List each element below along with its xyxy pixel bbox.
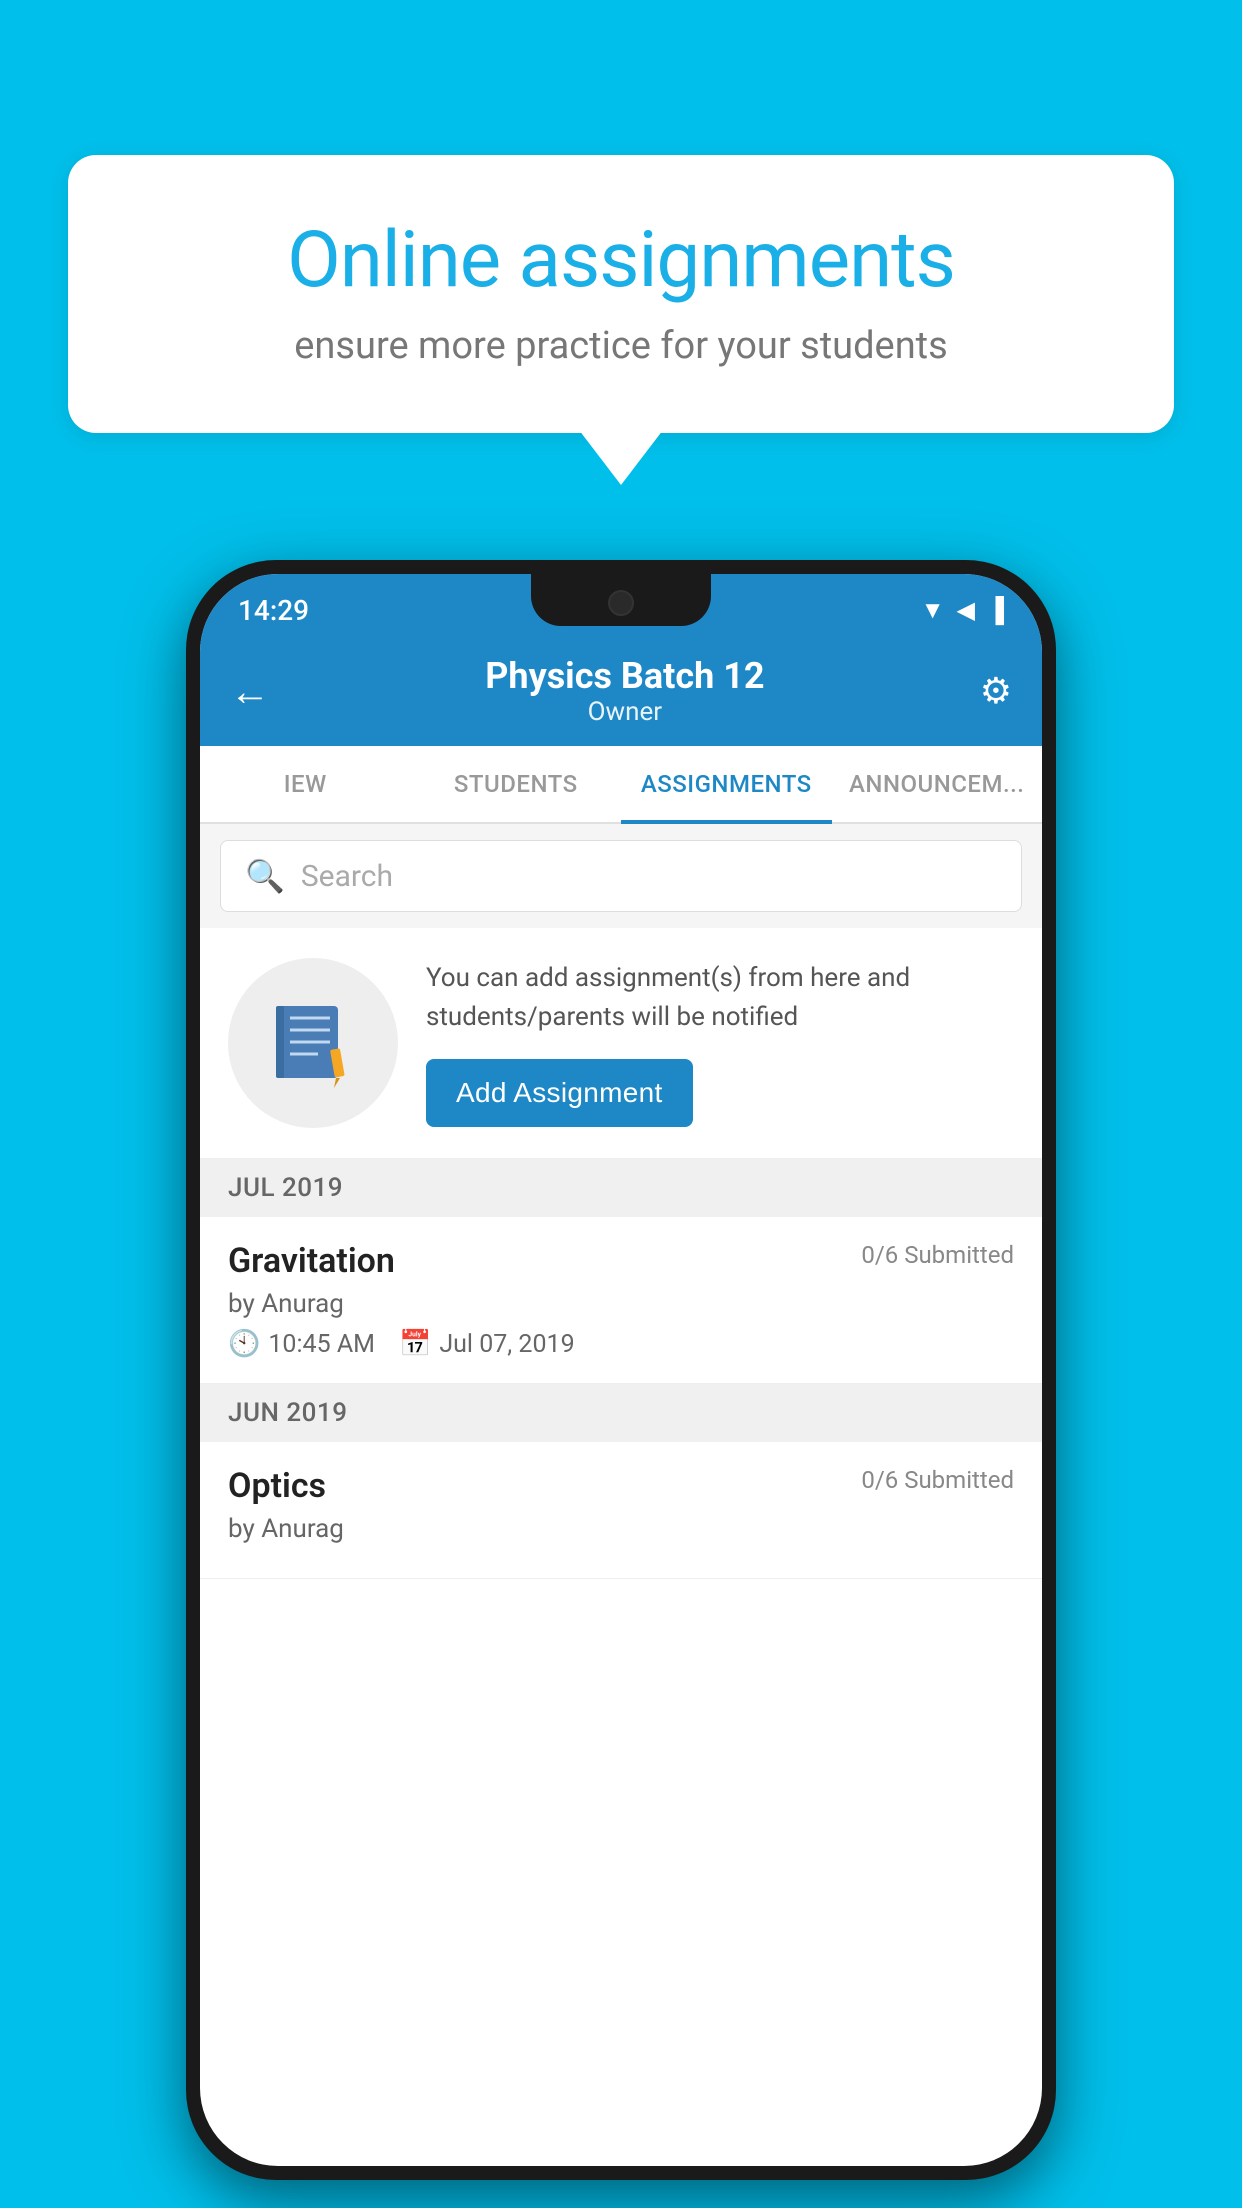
phone-wrapper: 14:29 ▼ ◀ ▐ ← Physics Batch 12 Owner ⚙ (186, 560, 1056, 2180)
meta-time: 🕙 10:45 AM (228, 1329, 375, 1359)
calendar-icon: 📅 (399, 1329, 431, 1359)
assignment-submitted-optics: 0/6 Submitted (861, 1466, 1014, 1494)
meta-date: 📅 Jul 07, 2019 (399, 1329, 575, 1359)
wifi-icon: ▼ (921, 596, 945, 625)
status-icons: ▼ ◀ ▐ (921, 596, 1004, 625)
add-assignment-button[interactable]: Add Assignment (426, 1059, 693, 1127)
promo-section: You can add assignment(s) from here and … (200, 928, 1042, 1159)
battery-icon: ▐ (987, 596, 1004, 625)
assignment-item-optics[interactable]: Optics 0/6 Submitted by Anurag (200, 1442, 1042, 1579)
assignment-by-optics: by Anurag (228, 1514, 1014, 1544)
tab-students[interactable]: STUDENTS (411, 746, 622, 822)
month-header-jul: JUL 2019 (200, 1159, 1042, 1217)
phone-screen: 14:29 ▼ ◀ ▐ ← Physics Batch 12 Owner ⚙ (200, 574, 1042, 2166)
promo-card: Online assignments ensure more practice … (68, 155, 1174, 433)
assignment-row-top: Gravitation 0/6 Submitted (228, 1241, 1014, 1281)
month-header-jun: JUN 2019 (200, 1384, 1042, 1442)
assignment-submitted-gravitation: 0/6 Submitted (861, 1241, 1014, 1269)
tabs-bar: IEW STUDENTS ASSIGNMENTS ANNOUNCEM... (200, 746, 1042, 824)
notebook-icon (268, 998, 358, 1088)
assignment-meta-gravitation: 🕙 10:45 AM 📅 Jul 07, 2019 (228, 1329, 1014, 1359)
tab-iew[interactable]: IEW (200, 746, 411, 822)
back-button[interactable]: ← (230, 668, 270, 715)
bubble-subtitle: ensure more practice for your students (138, 324, 1104, 368)
promo-icon-circle (228, 958, 398, 1128)
header-title: Physics Batch 12 (485, 655, 764, 697)
search-bar[interactable]: 🔍 Search (220, 840, 1022, 912)
settings-button[interactable]: ⚙ (980, 670, 1012, 712)
assignment-date: Jul 07, 2019 (439, 1330, 574, 1359)
assignment-row-top-optics: Optics 0/6 Submitted (228, 1466, 1014, 1506)
promo-content: You can add assignment(s) from here and … (426, 959, 1014, 1127)
header-subtitle: Owner (485, 697, 764, 727)
tab-assignments[interactable]: ASSIGNMENTS (621, 746, 832, 822)
promo-text: You can add assignment(s) from here and … (426, 959, 1014, 1037)
status-time: 14:29 (238, 594, 309, 627)
assignment-name-gravitation: Gravitation (228, 1241, 395, 1281)
clock-icon: 🕙 (228, 1329, 260, 1359)
assignment-time: 10:45 AM (268, 1330, 375, 1359)
speech-bubble: Online assignments ensure more practice … (68, 155, 1174, 433)
search-bar-wrapper: 🔍 Search (200, 824, 1042, 928)
phone-camera (608, 590, 634, 616)
header-center: Physics Batch 12 Owner (485, 655, 764, 727)
phone-frame: 14:29 ▼ ◀ ▐ ← Physics Batch 12 Owner ⚙ (186, 560, 1056, 2180)
assignment-item-gravitation[interactable]: Gravitation 0/6 Submitted by Anurag 🕙 10… (200, 1217, 1042, 1384)
assignment-name-optics: Optics (228, 1466, 326, 1506)
assignment-by-gravitation: by Anurag (228, 1289, 1014, 1319)
app-header: ← Physics Batch 12 Owner ⚙ (200, 636, 1042, 746)
search-icon: 🔍 (245, 857, 285, 895)
bubble-title: Online assignments (138, 215, 1104, 306)
tab-announcements[interactable]: ANNOUNCEM... (832, 746, 1043, 822)
search-input[interactable]: Search (301, 859, 393, 894)
signal-icon: ◀ (957, 596, 975, 624)
phone-notch (531, 574, 711, 626)
